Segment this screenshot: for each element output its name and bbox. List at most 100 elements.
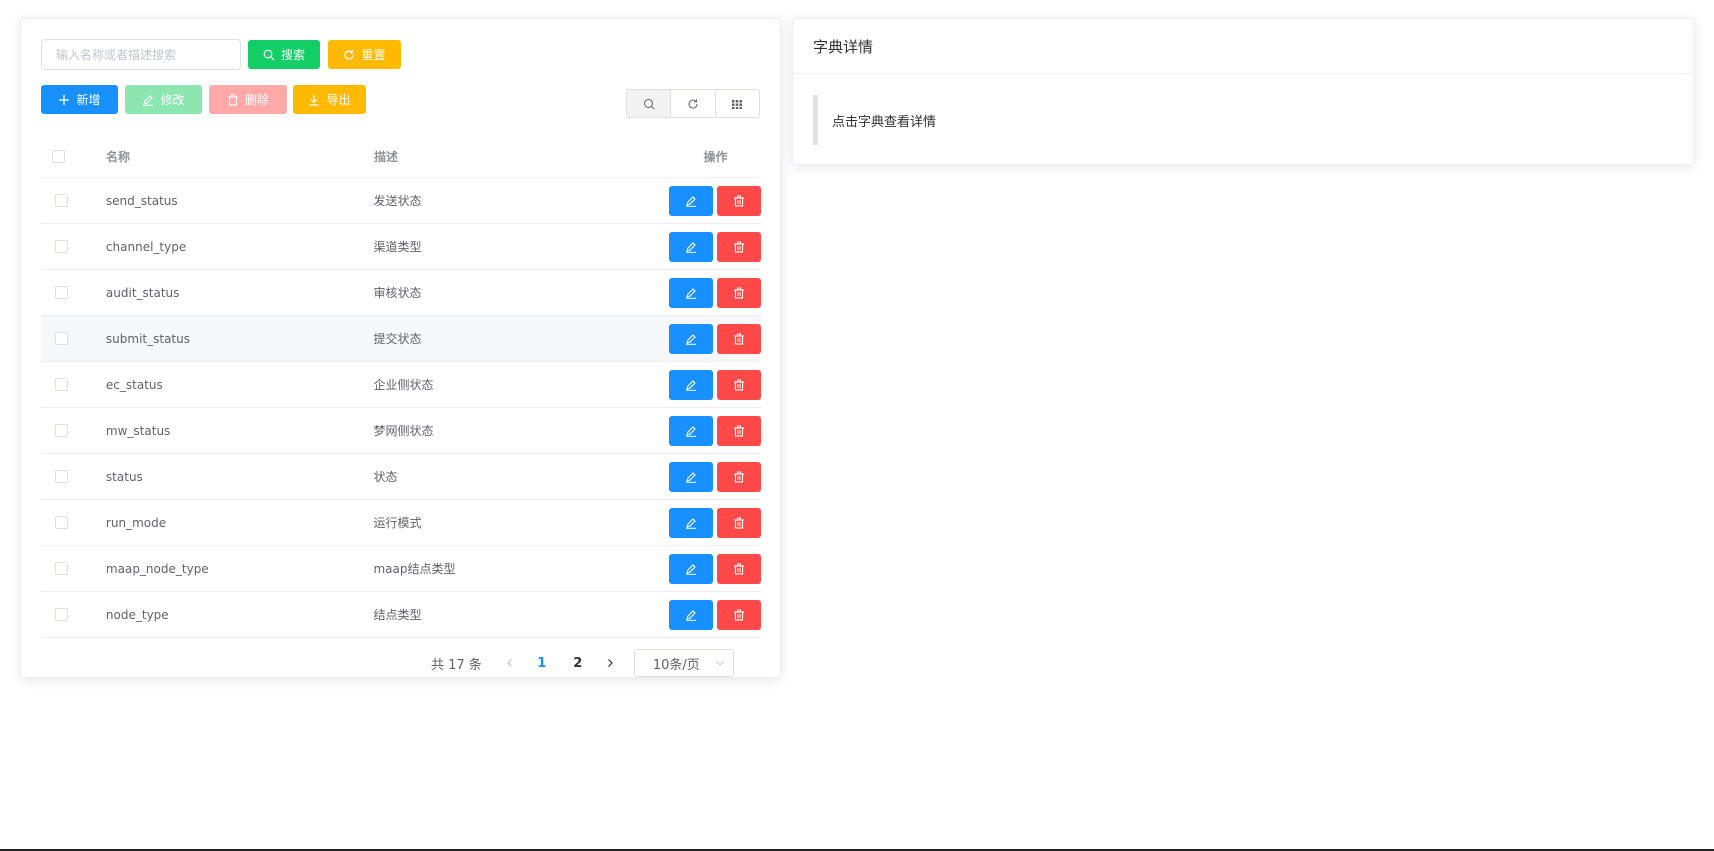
row-checkbox[interactable] (54, 424, 68, 437)
row-edit-button[interactable] (668, 369, 713, 400)
edit-icon (685, 471, 696, 483)
row-checkbox[interactable] (54, 516, 68, 529)
row-actions (645, 231, 761, 262)
trash-icon (733, 471, 744, 483)
row-delete-button[interactable] (716, 599, 761, 630)
row-checkbox[interactable] (54, 332, 68, 345)
search-icon (643, 98, 655, 109)
row-name: channel_type (105, 239, 187, 254)
export-button[interactable]: 导出 (293, 85, 366, 114)
delete-button[interactable]: 删除 (209, 85, 287, 114)
table-row[interactable]: status 状态 (41, 454, 761, 500)
row-actions (645, 323, 761, 354)
table-row[interactable]: maap_node_type maap结点类型 (41, 546, 761, 592)
row-name: send_status (105, 193, 178, 208)
detail-hint: 点击字典查看详情 (813, 95, 936, 145)
row-edit-button[interactable] (668, 231, 713, 262)
row-desc: 梦网侧状态 (373, 424, 434, 438)
row-actions (645, 415, 761, 446)
delete-button-label: 删除 (244, 93, 269, 107)
next-page-button[interactable] (596, 658, 624, 668)
table-row[interactable]: send_status 发送状态 (41, 178, 761, 224)
table-row[interactable]: audit_status 审核状态 (41, 270, 761, 316)
trash-icon (733, 425, 744, 437)
page-2-button[interactable]: 2 (560, 656, 596, 671)
row-select-cell (41, 240, 106, 253)
row-actions (645, 185, 761, 216)
row-select-cell (41, 516, 106, 529)
row-checkbox[interactable] (54, 562, 68, 575)
prev-page-button[interactable] (496, 658, 524, 668)
table-row[interactable]: mw_status 梦网侧状态 (41, 408, 761, 454)
row-delete-button[interactable] (716, 415, 761, 446)
row-actions (645, 599, 761, 630)
row-edit-button[interactable] (668, 185, 713, 216)
edit-icon (685, 563, 696, 575)
row-checkbox[interactable] (54, 286, 68, 299)
edit-button-label: 修改 (160, 93, 185, 107)
table-row[interactable]: run_mode 运行模式 (41, 500, 761, 546)
row-delete-button[interactable] (716, 369, 761, 400)
search-button[interactable]: 搜索 (248, 40, 320, 69)
search-input[interactable] (41, 39, 241, 70)
row-delete-button[interactable] (716, 461, 761, 492)
row-delete-button[interactable] (716, 231, 761, 262)
table-row[interactable]: ec_status 企业侧状态 (41, 362, 761, 408)
toggle-search-button[interactable] (627, 90, 672, 117)
row-edit-button[interactable] (668, 323, 713, 354)
select-all-checkbox[interactable] (52, 150, 65, 163)
row-actions (645, 369, 761, 400)
row-edit-button[interactable] (668, 277, 713, 308)
row-desc: 发送状态 (373, 194, 422, 208)
row-edit-button[interactable] (668, 507, 713, 538)
row-checkbox[interactable] (54, 240, 68, 253)
table-row[interactable]: node_type 结点类型 (41, 592, 761, 638)
row-edit-button[interactable] (668, 599, 713, 630)
row-delete-button[interactable] (716, 323, 761, 354)
row-edit-button[interactable] (668, 461, 713, 492)
page-1-button[interactable]: 1 (524, 656, 560, 671)
row-select-cell (41, 562, 106, 575)
reset-button[interactable]: 重置 (328, 40, 401, 69)
edit-button[interactable]: 修改 (125, 85, 202, 114)
refresh-button[interactable] (671, 90, 716, 117)
row-delete-button[interactable] (716, 553, 761, 584)
table-row[interactable]: channel_type 渠道类型 (41, 224, 761, 270)
row-checkbox[interactable] (54, 194, 68, 207)
reset-button-label: 重置 (361, 48, 386, 62)
row-select-cell (41, 608, 106, 621)
grid-icon (732, 99, 743, 109)
row-delete-button[interactable] (716, 277, 761, 308)
row-checkbox[interactable] (54, 470, 68, 483)
add-button[interactable]: 新增 (41, 85, 118, 114)
trash-icon (733, 241, 744, 253)
chevron-left-icon (506, 659, 512, 667)
refresh-icon (688, 98, 698, 109)
edit-icon (685, 609, 696, 621)
row-desc: maap结点类型 (373, 562, 456, 576)
dictionary-list-card: 搜索 重置 新增 修改 删除 导出 名称 (20, 18, 781, 678)
edit-icon (685, 379, 696, 391)
row-checkbox[interactable] (54, 378, 68, 391)
row-delete-button[interactable] (716, 507, 761, 538)
header-name: 名称 (106, 150, 131, 164)
chevron-right-icon (607, 659, 613, 667)
row-delete-button[interactable] (716, 185, 761, 216)
page-size-value: 10条/页 (652, 657, 700, 673)
row-edit-button[interactable] (668, 415, 713, 446)
row-desc: 渠道类型 (373, 240, 422, 254)
row-edit-button[interactable] (668, 553, 713, 584)
row-desc: 状态 (373, 470, 398, 484)
page-size-select[interactable]: 10条/页 (633, 649, 734, 677)
row-name: status (105, 469, 143, 484)
row-name: audit_status (105, 285, 180, 300)
table-row[interactable]: submit_status 提交状态 (41, 316, 761, 362)
row-checkbox[interactable] (54, 608, 68, 621)
download-icon (309, 94, 319, 106)
columns-button[interactable] (715, 90, 759, 117)
row-select-cell (41, 470, 106, 483)
pagination-total: 共 17 条 (431, 657, 482, 673)
edit-icon (685, 425, 696, 437)
trash-icon (733, 517, 744, 529)
row-desc: 结点类型 (373, 608, 422, 622)
